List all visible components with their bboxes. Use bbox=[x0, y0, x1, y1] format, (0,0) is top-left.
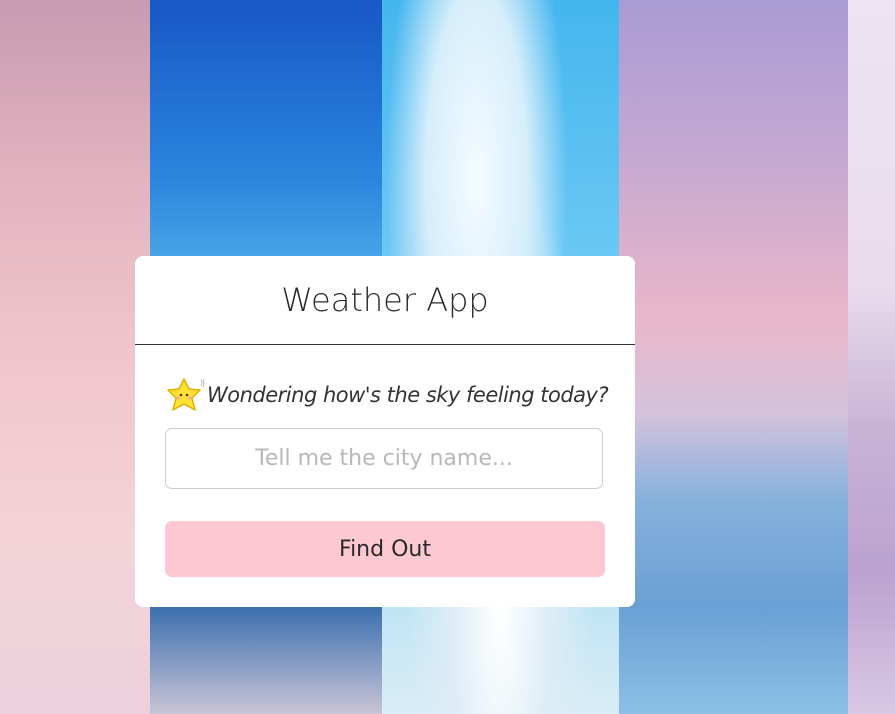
background-strip-lavender-clouds bbox=[619, 0, 848, 714]
tagline-text: Wondering how's the sky feeling today? bbox=[207, 383, 609, 407]
tagline: Wondering how's the sky feeling today? bbox=[165, 376, 609, 414]
star-emoji-icon bbox=[167, 378, 205, 411]
background-strip-pink-clouds bbox=[0, 0, 150, 714]
weather-card: Weather App Wondering how's the sky feel… bbox=[135, 256, 635, 607]
city-search-input[interactable] bbox=[165, 428, 603, 489]
background-strip-purple-clouds bbox=[848, 0, 895, 714]
find-out-button[interactable]: Find Out bbox=[165, 521, 605, 577]
app-title: Weather App bbox=[135, 256, 635, 345]
